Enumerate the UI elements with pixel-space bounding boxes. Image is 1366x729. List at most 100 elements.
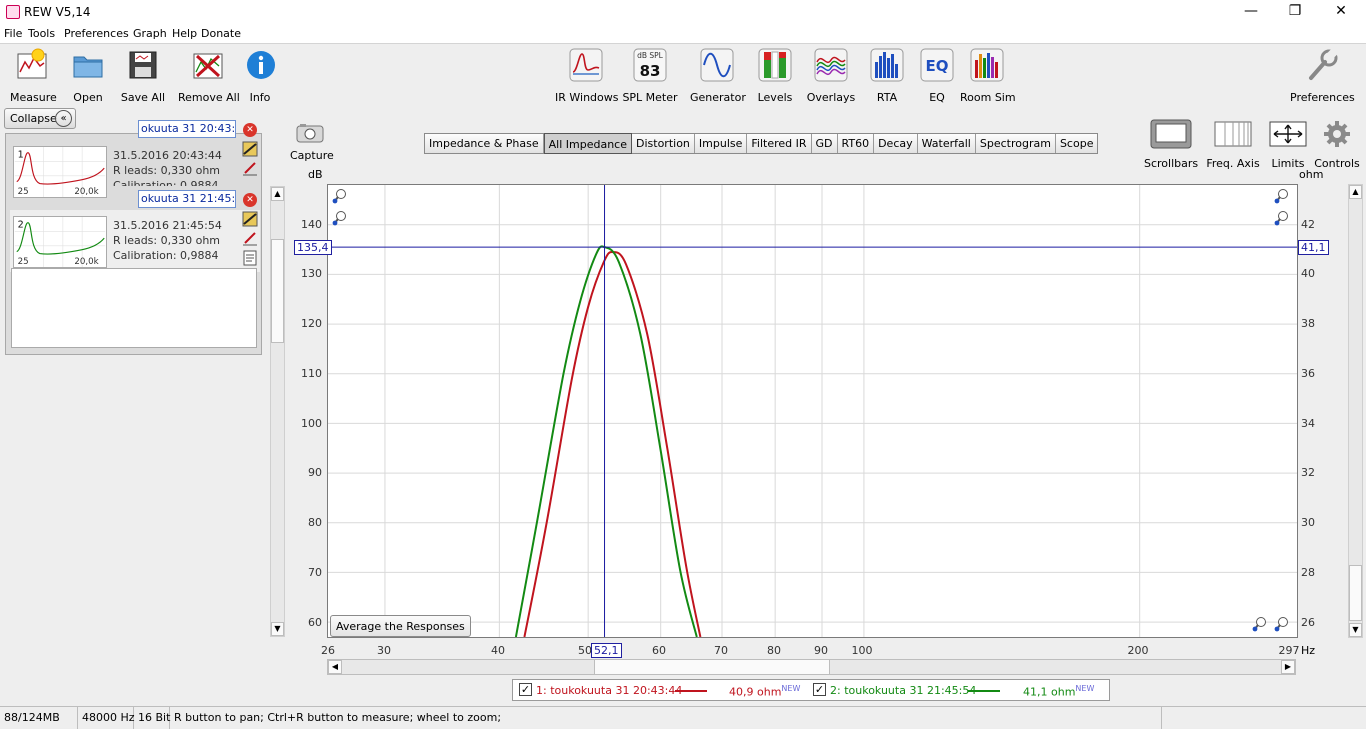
scroll-down-arrow-icon[interactable]: ▼ xyxy=(1349,623,1362,637)
minimize-button[interactable]: — xyxy=(1228,0,1274,24)
pen-icon[interactable] xyxy=(242,160,258,176)
overlays-icon xyxy=(814,48,848,82)
capture-button[interactable]: Capture xyxy=(290,122,334,162)
impedance-plot[interactable] xyxy=(327,184,1298,638)
overlays-label: Overlays xyxy=(806,91,856,104)
tab-scope[interactable]: Scope xyxy=(1055,134,1098,153)
levels-button[interactable]: Levels xyxy=(756,48,794,104)
tab-decay[interactable]: Decay xyxy=(874,134,918,153)
remove-measurement-icon[interactable]: ✕ xyxy=(243,193,257,207)
thumb-min-label: 25 xyxy=(18,187,29,197)
notes-icon[interactable] xyxy=(242,250,258,266)
window-title: REW V5,14 xyxy=(24,5,91,19)
y-tick-right: 42 xyxy=(1301,218,1315,231)
zoom-out-y-right-icon[interactable] xyxy=(1274,210,1290,226)
legend-checkbox-2[interactable]: ✓ xyxy=(813,683,826,696)
y-tick-right: 32 xyxy=(1301,466,1315,479)
eq-badge: EQ xyxy=(926,57,949,75)
y-tick-right: 26 xyxy=(1301,616,1315,629)
zoom-in-y-right-icon[interactable] xyxy=(1274,188,1290,204)
plot-canvas[interactable] xyxy=(328,185,1297,638)
eq-icon: EQ xyxy=(920,48,954,82)
rta-button[interactable]: RTA xyxy=(870,48,904,104)
measurement-thumbnail: 25 20,0k 2 xyxy=(13,216,107,268)
pen-icon[interactable] xyxy=(242,230,258,246)
y-tick-left: 60 xyxy=(308,616,322,629)
overlays-button[interactable]: Overlays xyxy=(806,48,856,104)
room-sim-button[interactable]: Room Sim xyxy=(960,48,1016,104)
capture-label: Capture xyxy=(290,149,334,162)
scroll-down-arrow-icon[interactable]: ▼ xyxy=(271,622,284,636)
tab-rt60[interactable]: RT60 xyxy=(837,134,875,153)
scroll-thumb[interactable] xyxy=(271,239,284,343)
close-window-button[interactable]: ✕ xyxy=(1318,0,1364,24)
remove-all-button[interactable]: Remove All xyxy=(178,48,240,104)
measurement-info: 31.5.2016 21:45:54 R leads: 0,330 ohm Ca… xyxy=(113,218,222,263)
measure-button[interactable]: Measure xyxy=(10,48,57,104)
scroll-up-arrow-icon[interactable]: ▲ xyxy=(1349,185,1362,199)
tab-spectrogram[interactable]: Spectrogram xyxy=(975,134,1056,153)
limits-button[interactable]: Limits xyxy=(1268,118,1308,170)
tab-filtered-ir[interactable]: Filtered IR xyxy=(747,134,812,153)
zoom-out-x-icon[interactable] xyxy=(1252,616,1268,632)
menu-help[interactable]: Help xyxy=(172,27,197,40)
tab-distortion[interactable]: Distortion xyxy=(632,134,695,153)
scroll-left-arrow-icon[interactable]: ◀ xyxy=(328,660,342,674)
x-tick: 30 xyxy=(377,644,391,657)
tab-waterfall[interactable]: Waterfall xyxy=(917,134,976,153)
restore-button[interactable]: ❐ xyxy=(1272,0,1318,24)
eq-button[interactable]: EQ EQ xyxy=(920,48,954,104)
edit-graph-icon[interactable] xyxy=(242,211,258,227)
legend-value-1: 40,9 ohmNEW xyxy=(729,684,800,699)
zoom-in-x-icon[interactable] xyxy=(1274,616,1290,632)
zoom-out-y-left-icon[interactable] xyxy=(332,210,348,226)
generator-label: Generator xyxy=(690,91,746,104)
menu-file[interactable]: File xyxy=(4,27,22,40)
edit-graph-icon[interactable] xyxy=(242,141,258,157)
controls-button[interactable]: Controls xyxy=(1314,118,1360,170)
left-panel-scrollbar[interactable]: ▲ ▼ xyxy=(270,186,285,637)
tab-impedance-phase[interactable]: Impedance & Phase xyxy=(425,134,544,153)
measurement-item[interactable]: okuuta 31 21:45:54 ✕ 25 20,0k 2 31.5.201… xyxy=(10,190,260,272)
memory-status[interactable]: 88/124MB xyxy=(0,707,78,729)
scroll-thumb[interactable] xyxy=(1349,565,1362,621)
save-all-label: Save All xyxy=(120,91,166,104)
menu-graph[interactable]: Graph xyxy=(133,27,167,40)
left-axis-unit: dB xyxy=(308,168,323,181)
measurement-name-field[interactable]: okuuta 31 21:45:54 xyxy=(138,190,236,208)
tab-impulse[interactable]: Impulse xyxy=(694,134,748,153)
legend-checkbox-1[interactable]: ✓ xyxy=(519,683,532,696)
scroll-thumb[interactable] xyxy=(594,660,830,674)
average-responses-button[interactable]: Average the Responses xyxy=(330,615,471,637)
measure-icon xyxy=(17,48,47,79)
y-tick-right: 28 xyxy=(1301,566,1315,579)
scrollbars-button[interactable]: Scrollbars xyxy=(1144,118,1198,170)
notes-textarea[interactable] xyxy=(11,268,257,348)
remove-measurement-icon[interactable]: ✕ xyxy=(243,123,257,137)
graph-horizontal-scrollbar[interactable]: ◀ ▶ xyxy=(327,659,1296,675)
save-all-button[interactable]: Save All xyxy=(120,48,166,104)
measurement-index: 2 xyxy=(18,220,24,231)
zoom-in-y-left-icon[interactable] xyxy=(332,188,348,204)
legend-value-text-1: 40,9 ohm xyxy=(729,685,782,699)
measurement-name-field[interactable]: okuuta 31 20:43:44 xyxy=(138,120,236,138)
open-button[interactable]: Open xyxy=(68,48,108,104)
thumb-max-label: 20,0k xyxy=(74,187,98,197)
collapse-button[interactable]: Collapse « xyxy=(4,108,76,129)
freq-axis-button[interactable]: Freq. Axis xyxy=(1204,118,1262,170)
menu-donate[interactable]: Donate xyxy=(201,27,241,40)
scroll-up-arrow-icon[interactable]: ▲ xyxy=(271,187,284,201)
tab-gd[interactable]: GD xyxy=(811,134,838,153)
menu-tools[interactable]: Tools xyxy=(28,27,55,40)
rew-window: REW V5,14 — ❐ ✕ File Tools Preferences G… xyxy=(0,0,1366,729)
ir-windows-button[interactable]: IR Windows xyxy=(555,48,619,104)
spl-meter-button[interactable]: dB SPL 83 SPL Meter xyxy=(622,48,678,104)
menu-preferences[interactable]: Preferences xyxy=(64,27,129,40)
tab-all-impedance[interactable]: All Impedance xyxy=(543,133,632,154)
y-tick-left: 100 xyxy=(301,417,322,430)
preferences-button[interactable]: Preferences xyxy=(1290,48,1355,104)
graph-vertical-scrollbar[interactable]: ▲ ▼ xyxy=(1348,184,1363,638)
info-button[interactable]: Info xyxy=(244,48,276,104)
scroll-right-arrow-icon[interactable]: ▶ xyxy=(1281,660,1295,674)
generator-button[interactable]: Generator xyxy=(690,48,746,104)
